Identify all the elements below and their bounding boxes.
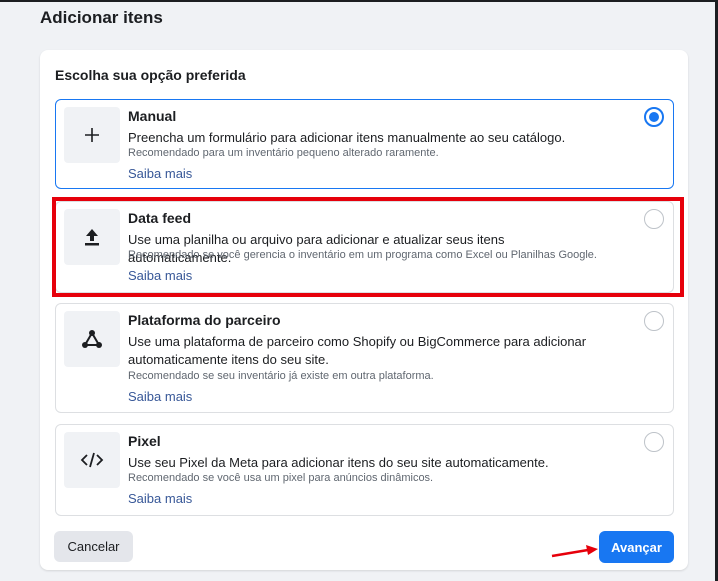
option-recommendation: Recomendado se seu inventário já existe … [128, 370, 434, 382]
page-title: Adicionar itens [40, 8, 163, 27]
option-title: Pixel [128, 433, 161, 449]
option-manual[interactable]: Manual Preencha um formulário para adici… [55, 99, 674, 189]
code-icon [64, 432, 120, 488]
cancel-button[interactable]: Cancelar [54, 531, 133, 562]
plus-icon [64, 107, 120, 163]
option-title: Data feed [128, 210, 192, 226]
option-description: Preencha um formulário para adicionar it… [128, 130, 566, 145]
option-partner-platform[interactable]: Plataforma do parceiro Use uma plataform… [55, 303, 674, 413]
option-pixel[interactable]: Pixel Use seu Pixel da Meta para adicion… [55, 424, 674, 516]
option-recommendation: Recomendado se você gerencia o inventári… [128, 249, 597, 261]
learn-more-link[interactable]: Saiba mais [128, 491, 192, 506]
option-recommendation: Recomendado para um inventário pequeno a… [128, 147, 439, 159]
arrow-annotation-icon [551, 545, 598, 558]
window-top-border [0, 0, 718, 2]
upload-icon [64, 209, 120, 265]
radio-pixel[interactable] [644, 432, 664, 452]
radio-partner-platform[interactable] [644, 311, 664, 331]
options-panel: Escolha sua opção preferida Manual Preen… [40, 50, 688, 570]
option-data-feed[interactable]: Data feed Use uma planilha ou arquivo pa… [55, 201, 674, 293]
learn-more-link[interactable]: Saiba mais [128, 166, 192, 181]
radio-manual[interactable] [644, 107, 664, 127]
radio-data-feed[interactable] [644, 209, 664, 229]
option-description: Use uma plataforma de parceiro como Shop… [128, 334, 587, 367]
next-button[interactable]: Avançar [599, 531, 674, 563]
option-title: Plataforma do parceiro [128, 312, 281, 328]
learn-more-link[interactable]: Saiba mais [128, 389, 192, 404]
option-description: Use seu Pixel da Meta para adicionar ite… [128, 455, 549, 470]
option-title: Manual [128, 108, 177, 124]
panel-heading: Escolha sua opção preferida [55, 67, 246, 83]
network-icon [64, 311, 120, 367]
option-recommendation: Recomendado se você usa um pixel para an… [128, 472, 434, 484]
learn-more-link[interactable]: Saiba mais [128, 268, 192, 283]
